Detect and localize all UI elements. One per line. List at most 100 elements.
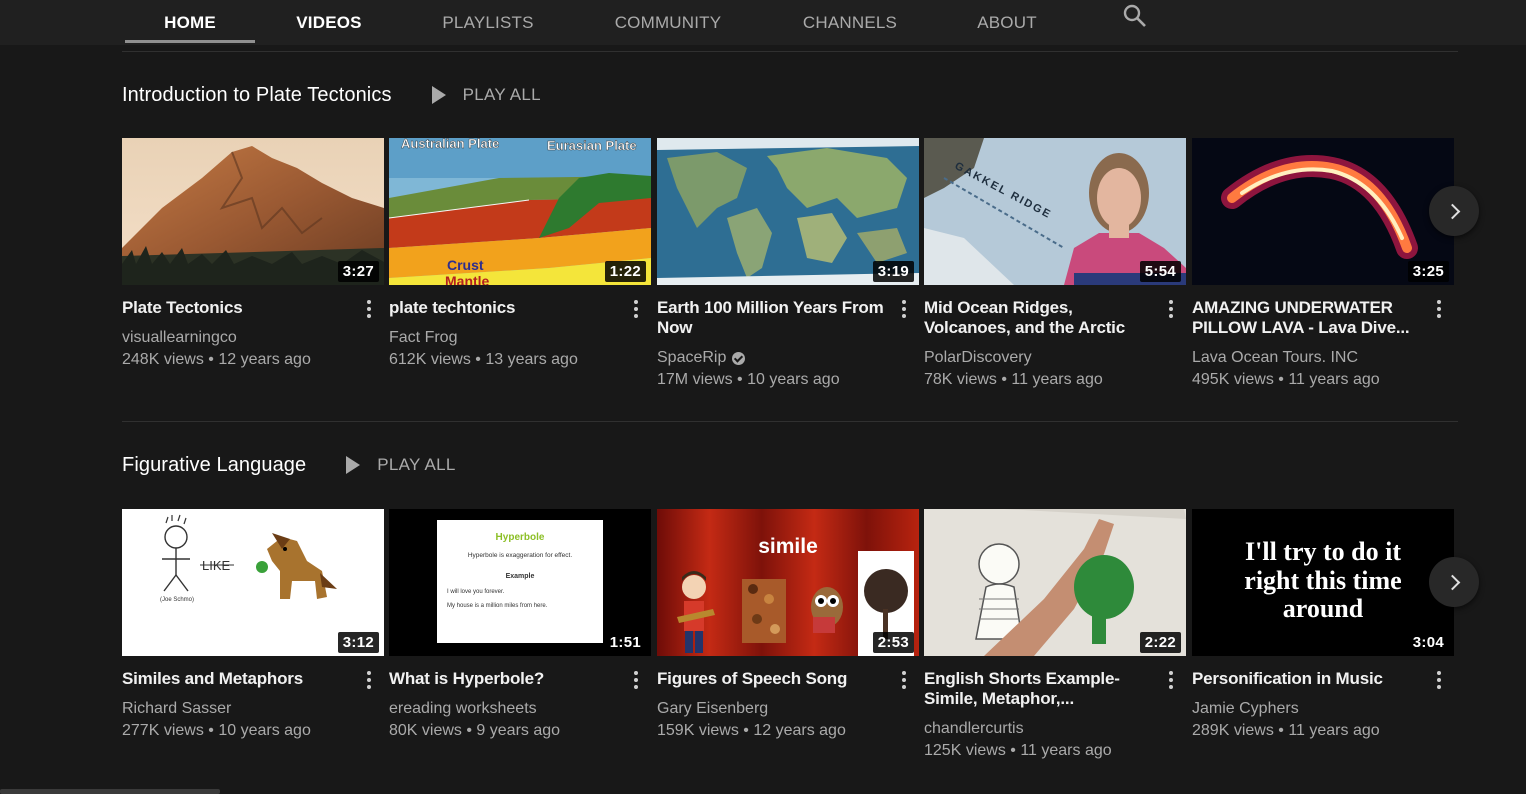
channel-name[interactable]: Jamie Cyphers xyxy=(1192,700,1299,718)
play-icon xyxy=(346,456,361,474)
shelf-title[interactable]: Figurative Language xyxy=(122,454,306,477)
duration-badge: 5:54 xyxy=(1139,261,1181,282)
video-title[interactable]: Figures of Speech Song xyxy=(657,669,889,689)
video-title[interactable]: AMAZING UNDERWATER PILLOW LAVA - Lava Di… xyxy=(1192,298,1424,338)
tab-community[interactable]: COMMUNITY xyxy=(600,0,736,45)
thumb-label: I will love you forever. xyxy=(447,589,505,595)
video-title[interactable]: Plate Tectonics xyxy=(122,298,354,318)
video-title[interactable]: Similes and Metaphors xyxy=(122,669,354,689)
video-title[interactable]: Personification in Music xyxy=(1192,669,1424,689)
video-meta: 17M views • 10 years ago xyxy=(657,371,840,388)
video-thumbnail[interactable]: Hyperbole Hyperbole is exaggeration for … xyxy=(389,509,651,656)
video-card: 2:22 English Shorts Example- Simile, Met… xyxy=(924,509,1186,759)
shelf-divider xyxy=(122,421,1458,422)
duration-badge: 2:53 xyxy=(872,632,914,653)
tab-home[interactable]: HOME xyxy=(125,0,255,45)
video-meta: 125K views • 11 years ago xyxy=(924,742,1112,759)
horizontal-scrollbar[interactable] xyxy=(0,789,220,794)
channel-name[interactable]: ereading worksheets xyxy=(389,700,537,718)
video-thumbnail[interactable]: 2:22 xyxy=(924,509,1186,656)
play-all-button[interactable]: PLAY ALL xyxy=(346,455,455,475)
duration-badge: 3:12 xyxy=(337,632,379,653)
shelf-title[interactable]: Introduction to Plate Tectonics xyxy=(122,84,392,107)
more-actions-icon[interactable] xyxy=(364,296,374,322)
channel-name-text: ereading worksheets xyxy=(389,700,537,717)
more-actions-icon[interactable] xyxy=(1166,296,1176,322)
shelf-header: Figurative Language PLAY ALL xyxy=(122,450,456,480)
video-thumbnail[interactable]: I'll try to do it right this time around… xyxy=(1192,509,1454,656)
video-thumbnail[interactable]: (Joe Schmo) LIKE 3:12 xyxy=(122,509,384,656)
tab-channels[interactable]: CHANNELS xyxy=(790,0,910,45)
channel-name[interactable]: PolarDiscovery xyxy=(924,349,1032,367)
video-meta: 495K views • 11 years ago xyxy=(1192,371,1380,388)
view-count: 495K views xyxy=(1192,371,1274,388)
more-actions-icon[interactable] xyxy=(1434,296,1444,322)
video-thumbnail[interactable]: 3:27 xyxy=(122,138,384,285)
verified-badge-icon xyxy=(732,351,746,365)
video-card: (Joe Schmo) LIKE 3:12 Similes and Metaph… xyxy=(122,509,384,739)
channel-name-text: chandlercurtis xyxy=(924,720,1024,737)
upload-age: 13 years ago xyxy=(485,351,578,368)
upload-age: 11 years ago xyxy=(1288,722,1380,739)
upload-age: 11 years ago xyxy=(1020,742,1112,759)
shelf-next-chevron-icon[interactable] xyxy=(1429,186,1479,236)
duration-badge: 3:19 xyxy=(872,261,914,282)
channel-name[interactable]: Fact Frog xyxy=(389,329,457,347)
channel-name[interactable]: visuallearningco xyxy=(122,329,237,347)
video-title[interactable]: English Shorts Example- Simile, Metaphor… xyxy=(924,669,1156,709)
video-thumbnail[interactable]: simile 2:53 xyxy=(657,509,919,656)
thumb-label: right this time xyxy=(1244,566,1401,595)
channel-name[interactable]: Lava Ocean Tours. INC xyxy=(1192,349,1358,367)
thumb-label: around xyxy=(1283,594,1364,623)
channel-name[interactable]: Richard Sasser xyxy=(122,700,231,718)
more-actions-icon[interactable] xyxy=(631,667,641,693)
video-card: I'll try to do it right this time around… xyxy=(1192,509,1454,739)
video-thumbnail[interactable]: Australian Plate Eurasian Plate Crust Ma… xyxy=(389,138,651,285)
channel-name-text: Fact Frog xyxy=(389,329,458,346)
search-icon[interactable] xyxy=(1122,3,1148,29)
video-thumbnail[interactable]: 3:19 xyxy=(657,138,919,285)
tab-about[interactable]: ABOUT xyxy=(970,0,1044,45)
video-title[interactable]: Mid Ocean Ridges, Volcanoes, and the Arc… xyxy=(924,298,1156,338)
video-card: 3:19 Earth 100 Million Years From Now Sp… xyxy=(657,138,919,388)
channel-name[interactable]: Gary Eisenberg xyxy=(657,700,768,718)
divider xyxy=(122,51,1458,52)
video-meta: 80K views • 9 years ago xyxy=(389,722,561,739)
upload-age: 11 years ago xyxy=(1288,371,1380,388)
view-count: 277K views xyxy=(122,722,204,739)
more-actions-icon[interactable] xyxy=(631,296,641,322)
duration-badge: 3:04 xyxy=(1407,632,1449,653)
view-count: 248K views xyxy=(122,351,204,368)
video-thumbnail[interactable]: GAKKEL RIDGE 5:54 xyxy=(924,138,1186,285)
video-meta: 159K views • 12 years ago xyxy=(657,722,846,739)
more-actions-icon[interactable] xyxy=(1434,667,1444,693)
channel-name[interactable]: SpaceRip xyxy=(657,349,746,367)
video-meta: 612K views • 13 years ago xyxy=(389,351,578,368)
more-actions-icon[interactable] xyxy=(1166,667,1176,693)
channel-name-text: Jamie Cyphers xyxy=(1192,700,1299,717)
shelf-next-chevron-icon[interactable] xyxy=(1429,557,1479,607)
thumb-label: Example xyxy=(506,573,535,580)
video-thumbnail[interactable]: 3:25 xyxy=(1192,138,1454,285)
tab-videos[interactable]: VIDEOS xyxy=(286,0,372,45)
tab-playlists[interactable]: PLAYLISTS xyxy=(428,0,548,45)
more-actions-icon[interactable] xyxy=(899,667,909,693)
play-all-button[interactable]: PLAY ALL xyxy=(431,85,541,105)
channel-name[interactable]: chandlercurtis xyxy=(924,720,1024,738)
upload-age: 11 years ago xyxy=(1011,371,1103,388)
video-card: Hyperbole Hyperbole is exaggeration for … xyxy=(389,509,651,739)
video-card: simile 2:53 Figures of Speech Song Gary … xyxy=(657,509,919,739)
active-tab-indicator xyxy=(125,40,255,43)
video-title[interactable]: plate techtonics xyxy=(389,298,621,318)
channel-name-text: Lava Ocean Tours. INC xyxy=(1192,349,1359,366)
video-title[interactable]: What is Hyperbole? xyxy=(389,669,621,689)
play-icon xyxy=(431,86,446,104)
view-count: 78K views xyxy=(924,371,997,388)
more-actions-icon[interactable] xyxy=(899,296,909,322)
more-actions-icon[interactable] xyxy=(364,667,374,693)
thumb-label: Australian Plate xyxy=(401,138,499,151)
thumb-label: My house is a million miles from here. xyxy=(447,603,548,609)
video-title[interactable]: Earth 100 Million Years From Now xyxy=(657,298,889,338)
view-count: 125K views xyxy=(924,742,1006,759)
thumb-label: Crust xyxy=(447,257,484,273)
